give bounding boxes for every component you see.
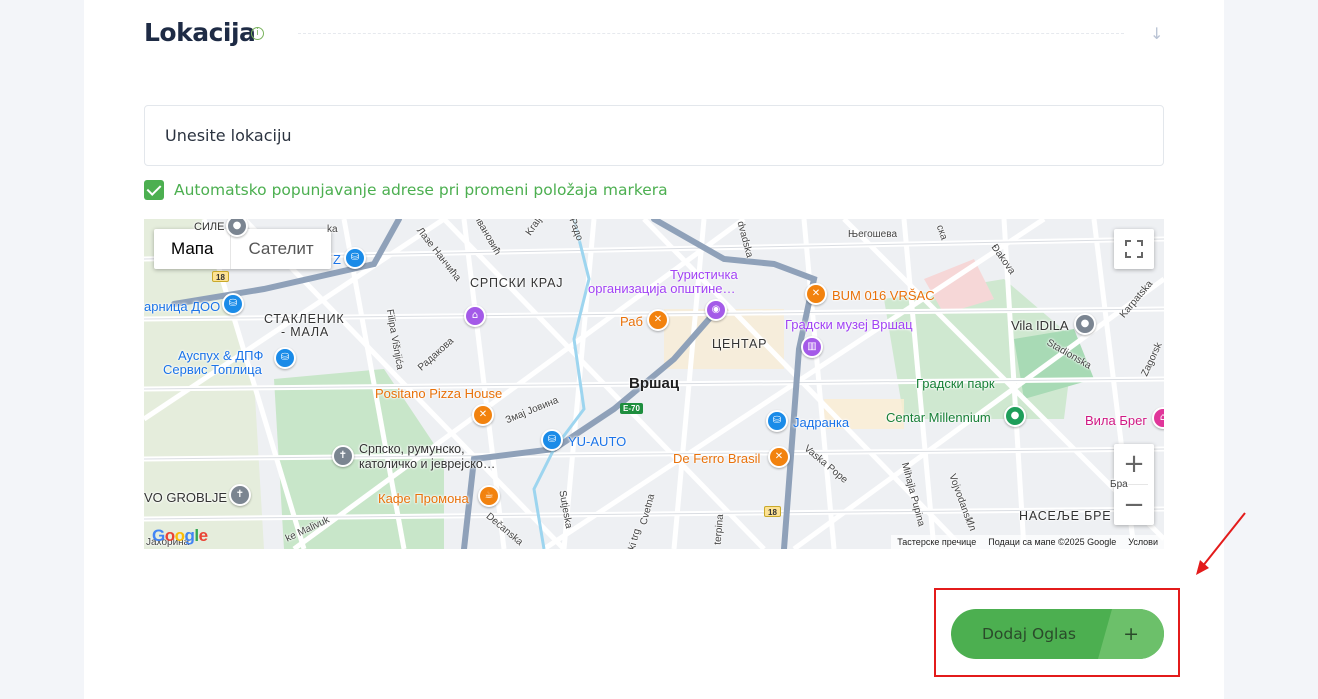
title-divider: [298, 33, 1124, 34]
zoom-out-button[interactable]: −: [1114, 485, 1154, 525]
landmark-icon[interactable]: ⌂: [464, 305, 486, 327]
map-poi-label[interactable]: Кафе Промона: [378, 491, 469, 506]
zoom-in-button[interactable]: +: [1114, 444, 1154, 484]
auto-fill-row[interactable]: Automatsko popunjavanje adrese pri prome…: [144, 180, 668, 200]
restaurant-icon[interactable]: ✕: [805, 283, 827, 305]
road-shield: E-70: [620, 403, 643, 414]
location-input[interactable]: [144, 105, 1164, 166]
map-poi-label[interactable]: Српско, румунско,: [359, 442, 465, 456]
map-poi-label[interactable]: СИЛЕ: [194, 221, 224, 233]
annotation-highlight-box: [934, 588, 1180, 677]
fullscreen-icon: [1125, 240, 1143, 258]
auto-fill-checkbox[interactable]: [144, 180, 164, 200]
road-shield: 18: [764, 506, 781, 517]
map-poi-label[interactable]: Z: [333, 252, 341, 267]
google-logo: Google: [152, 526, 208, 545]
cafe-icon[interactable]: ☕: [478, 485, 500, 507]
map-poi-label[interactable]: католичко и јеврејско…: [359, 457, 495, 471]
info-icon[interactable]: i: [251, 27, 264, 40]
arrow-down-icon[interactable]: ↓: [1150, 24, 1163, 43]
map-poi-label[interactable]: Вила Брег: [1085, 413, 1147, 428]
auto-fill-label[interactable]: Automatsko popunjavanje adrese pri prome…: [174, 181, 668, 199]
restaurant-icon[interactable]: ✕: [472, 404, 494, 426]
map-poi-label[interactable]: Positano Pizza House: [375, 386, 502, 401]
map-city-label: Вршац: [629, 375, 680, 392]
map-poi-label[interactable]: VO GROBLJE: [144, 490, 227, 505]
cemetery-icon[interactable]: ✝: [332, 445, 354, 467]
map-poi-label[interactable]: Јадранка: [793, 415, 849, 430]
cart-icon[interactable]: ⛁: [766, 410, 788, 432]
restaurant-icon[interactable]: ✕: [768, 446, 790, 468]
tab-satellite[interactable]: Сателит: [231, 229, 330, 269]
map-poi-label[interactable]: Vila IDILA: [1011, 318, 1069, 333]
map-footer: Тастерске пречице Подаци са мапе ©2025 G…: [891, 535, 1164, 549]
map-poi-label[interactable]: YU-AUTO: [568, 434, 626, 449]
fullscreen-button[interactable]: [1114, 229, 1154, 269]
map-area-label: НАСЕЉЕ БРЕ: [1019, 509, 1112, 523]
tab-map[interactable]: Мапа: [154, 229, 232, 269]
terms-link[interactable]: Услови: [1128, 535, 1158, 549]
place-icon[interactable]: ●: [1004, 405, 1026, 427]
map-poi-label[interactable]: организација општине…: [588, 281, 736, 296]
map-poi-label[interactable]: Centar Millennium: [886, 410, 991, 425]
road-shield: 18: [212, 271, 229, 282]
section-title: Lokacija: [144, 18, 256, 47]
shopping-icon[interactable]: ⛁: [541, 429, 563, 451]
map-area-label: СРПСКИ КРАЈ: [470, 276, 564, 290]
map-poi-label[interactable]: арница ДОО: [144, 299, 220, 314]
annotation-arrow-icon: [1196, 512, 1246, 575]
shopping-icon[interactable]: ⛁: [222, 293, 244, 315]
map-street-label: Његошева: [848, 229, 897, 240]
map-poi-label[interactable]: Градски парк: [916, 376, 995, 391]
restaurant-icon[interactable]: ✕: [647, 309, 669, 331]
map-data-attribution: Подаци са мапе ©2025 Google: [988, 537, 1117, 547]
map-area-label: - МАЛА: [281, 325, 330, 339]
map-poi-label[interactable]: Туристичка: [670, 267, 738, 282]
map-poi-label[interactable]: BUM 016 VRŠAC: [832, 288, 935, 303]
map-area-label: ЦЕНТАР: [712, 337, 768, 351]
map-area-label: СТАКЛЕНИК: [264, 312, 345, 326]
map-poi-label[interactable]: Сервис Топлица: [163, 362, 262, 377]
keyboard-shortcuts-link[interactable]: Тастерске пречице: [897, 535, 976, 549]
camera-icon[interactable]: ◉: [705, 299, 727, 321]
map-poi-label[interactable]: De Ferro Brasil: [673, 451, 760, 466]
map-street-label: Бра: [1110, 479, 1128, 490]
museum-icon[interactable]: ▥: [801, 336, 823, 358]
cemetery-icon[interactable]: ✝: [229, 484, 251, 506]
map-poi-label[interactable]: Раб: [620, 314, 643, 329]
map-poi-label[interactable]: Градски музеј Вршац: [785, 317, 913, 332]
map-view[interactable]: Мапа Сателит + − СРПСКИ КРАЈ СТАКЛЕНИК -…: [144, 219, 1164, 549]
shopping-icon[interactable]: ⛁: [274, 347, 296, 369]
place-icon[interactable]: ●: [1074, 313, 1096, 335]
map-poi-label[interactable]: Ауспух & ДПФ: [178, 348, 263, 363]
map-street-label: ka: [327, 224, 338, 235]
shopping-icon[interactable]: ⛁: [344, 247, 366, 269]
